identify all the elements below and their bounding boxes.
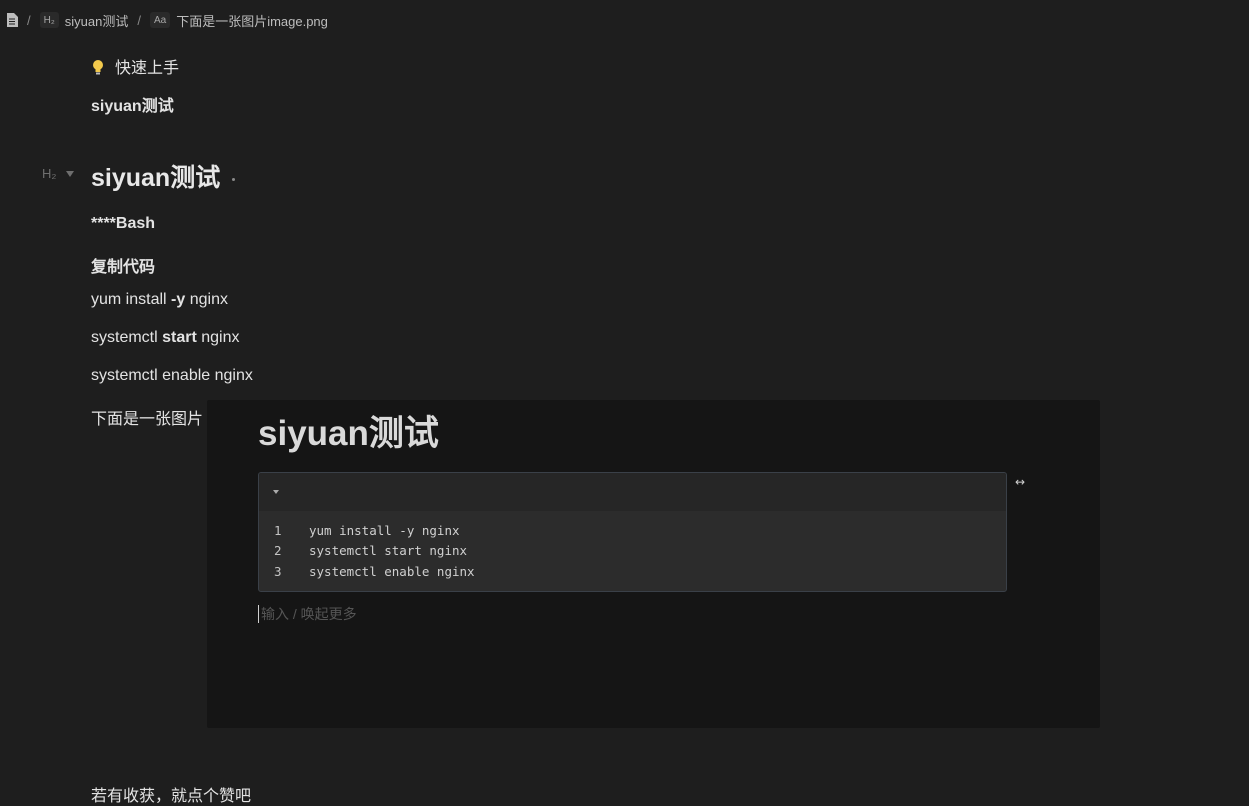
bash-line[interactable]: ****Bash bbox=[91, 215, 155, 233]
code-line: 1 yum install -y nginx bbox=[259, 520, 1006, 541]
heading-block-marker[interactable]: H₂ bbox=[42, 166, 75, 181]
breadcrumb-separator: / bbox=[27, 12, 31, 28]
h2-icon: H₂ bbox=[42, 166, 57, 181]
cmd-text: yum install bbox=[91, 291, 172, 308]
command-line-2[interactable]: systemctl start nginx bbox=[91, 329, 240, 347]
cmd-flag: -y bbox=[171, 291, 186, 308]
heading-chip-icon: H₂ bbox=[39, 12, 59, 28]
image-input-placeholder: 输入 / 唤起更多 bbox=[258, 605, 357, 623]
fold-caret-icon[interactable] bbox=[66, 170, 75, 177]
image-caption[interactable]: 下面是一张图片 bbox=[91, 405, 203, 429]
breadcrumb-separator: / bbox=[137, 12, 141, 28]
code-text: systemctl enable nginx bbox=[309, 563, 475, 579]
cmd-text: systemctl bbox=[91, 329, 163, 346]
tip-line[interactable]: 快速上手 bbox=[91, 54, 179, 78]
tip-text: 快速上手 bbox=[115, 60, 180, 77]
code-text: systemctl start nginx bbox=[309, 543, 468, 559]
command-line-1[interactable]: yum install -y nginx bbox=[91, 291, 228, 309]
cmd-text: nginx bbox=[185, 291, 228, 308]
breadcrumb-item-heading[interactable]: H₂ siyuan测试 bbox=[39, 11, 129, 30]
line-number: 2 bbox=[274, 543, 282, 559]
command-line-3[interactable]: systemctl enable nginx bbox=[91, 367, 253, 385]
code-line: 2 systemctl start nginx bbox=[259, 541, 1006, 562]
heading-text: siyuan测试 bbox=[91, 164, 221, 192]
image-code-block: 1 yum install -y nginx 2 systemctl start… bbox=[258, 472, 1007, 592]
code-text: yum install -y nginx bbox=[309, 522, 460, 538]
heading-h2[interactable]: siyuan测试 bbox=[91, 158, 236, 194]
breadcrumb-item-paragraph[interactable]: Aa 下面是一张图片image.png bbox=[149, 11, 328, 30]
line-number: 3 bbox=[274, 563, 282, 579]
breadcrumb: / H₂ siyuan测试 / Aa 下面是一张图片image.png bbox=[0, 0, 1249, 40]
code-lines: 1 yum install -y nginx 2 systemctl start… bbox=[259, 511, 1006, 582]
dot-icon bbox=[232, 177, 236, 181]
image-title: siyuan测试 bbox=[258, 414, 439, 453]
embedded-image[interactable]: siyuan测试 1 yum install -y nginx 2 system… bbox=[207, 400, 1100, 728]
file-icon[interactable] bbox=[6, 13, 18, 27]
paragraph-title[interactable]: siyuan测试 bbox=[91, 92, 174, 116]
breadcrumb-item-label: siyuan测试 bbox=[64, 13, 129, 29]
copy-code-line[interactable]: 复制代码 bbox=[91, 253, 155, 277]
cmd-keyword: start bbox=[162, 329, 197, 346]
code-block-header bbox=[259, 473, 1006, 511]
line-number: 1 bbox=[274, 522, 282, 538]
breadcrumb-item-label: 下面是一张图片image.png bbox=[176, 13, 328, 29]
code-line: 3 systemctl enable nginx bbox=[259, 561, 1006, 582]
language-dropdown-icon bbox=[273, 490, 279, 494]
paragraph-chip-icon: Aa bbox=[149, 12, 171, 28]
cmd-text: nginx bbox=[196, 329, 240, 346]
footer-line[interactable]: 若有收获，就点个赞吧 bbox=[91, 782, 251, 806]
expand-width-icon: ↔ bbox=[1015, 475, 1026, 489]
lightbulb-icon bbox=[91, 59, 105, 75]
